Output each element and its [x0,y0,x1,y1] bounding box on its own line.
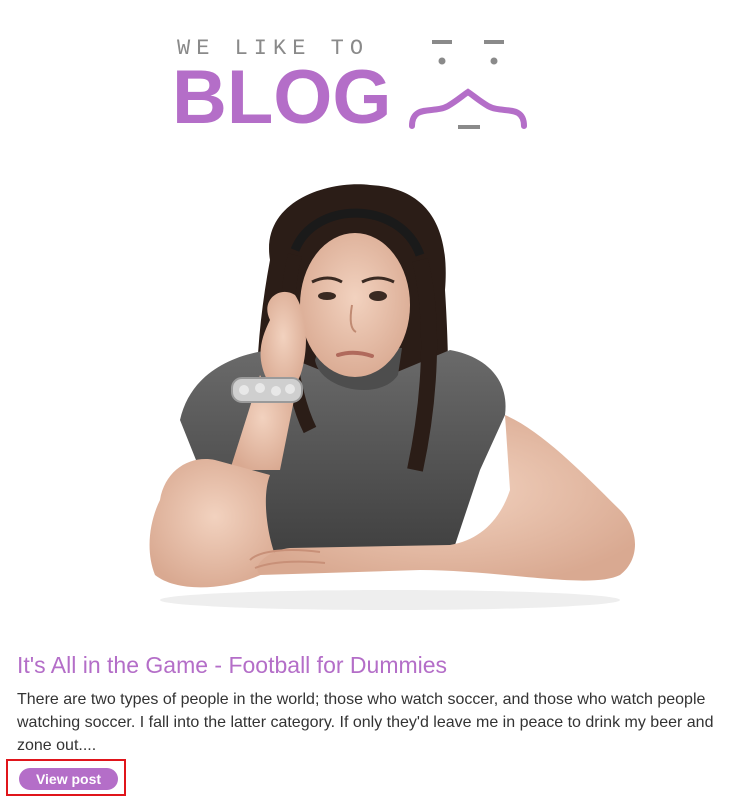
site-logo[interactable]: WE LIKE TO BLOG [170,30,540,140]
blog-post: It's All in the Game - Football for Dumm… [17,650,729,757]
post-title[interactable]: It's All in the Game - Football for Dumm… [17,650,729,680]
post-featured-image[interactable] [120,170,660,620]
logo-face-icon [409,40,527,129]
post-excerpt: There are two types of people in the wor… [17,691,714,754]
logo-word: BLOG [172,55,392,140]
view-post-highlight: View post [6,759,126,796]
view-post-button[interactable]: View post [19,768,118,790]
